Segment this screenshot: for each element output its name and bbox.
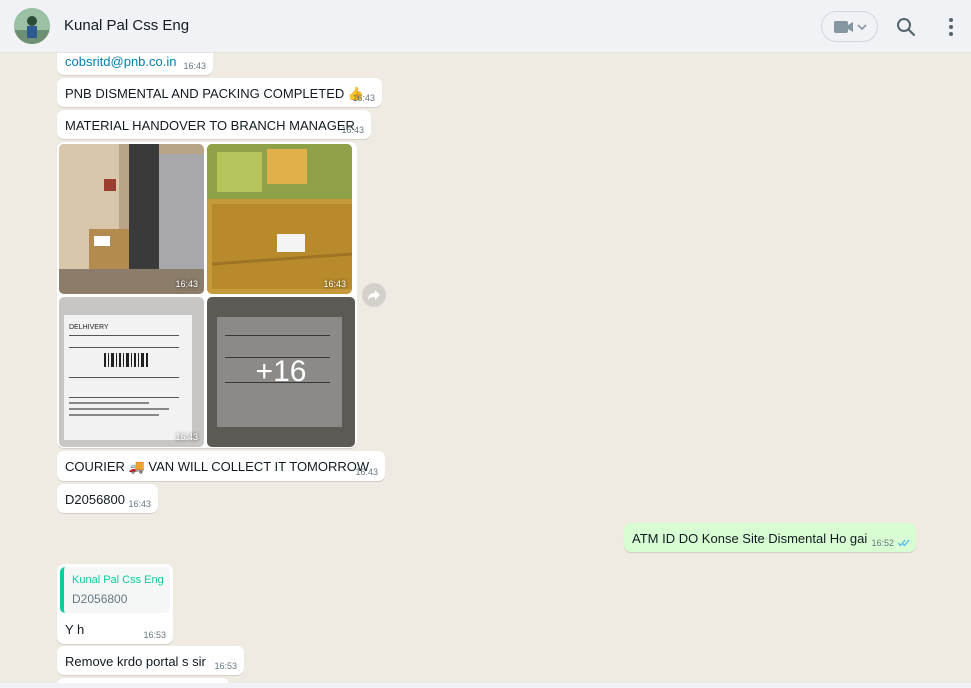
message-text: COURIER 🚚 VAN WILL COLLECT IT TOMORROW [65, 459, 370, 474]
photo-shipping-label[interactable]: DELHIVERY 16:43 [59, 297, 204, 447]
message-text: Y h [65, 622, 85, 637]
svg-text:DELHIVERY: DELHIVERY [69, 324, 109, 331]
photo-more[interactable]: +16 [207, 297, 355, 447]
quoted-message[interactable]: Kunal Pal Css Eng D2056800 [60, 567, 170, 613]
message-time: 16:52 [871, 538, 894, 548]
photo-wrapped-package[interactable]: 16:43 [207, 144, 352, 294]
search-button[interactable] [894, 15, 918, 39]
message-time: 16:43 [341, 125, 364, 135]
more-photos-count[interactable]: +16 [207, 297, 355, 447]
contact-name[interactable]: Kunal Pal Css Eng [64, 17, 189, 34]
message-email[interactable]: cobsritd@pnb.co.in 16:43 [57, 53, 213, 75]
message-text: Remove krdo portal s sir [65, 654, 206, 669]
message-text: MATERIAL HANDOVER TO BRANCH MANAGER [65, 118, 355, 133]
video-call-icon [834, 21, 867, 33]
photo-corridor-package[interactable]: 16:43 [59, 144, 204, 294]
quoted-text: D2056800 [72, 592, 128, 606]
avatar[interactable] [14, 8, 50, 44]
message-remove[interactable]: Remove krdo portal s sir 16:53 [57, 646, 244, 675]
message-time: 16:43 [183, 61, 206, 71]
message-dismental[interactable]: PNB DISMENTAL AND PACKING COMPLETED 👍 16… [57, 78, 382, 107]
message-time: 16:43 [355, 467, 378, 477]
message-courier[interactable]: COURIER 🚚 VAN WILL COLLECT IT TOMORROW 1… [57, 451, 385, 481]
media-album[interactable]: 16:43 16:43 DELHIVERY 16:43 +16 [57, 142, 357, 448]
message-time: 16:43 [128, 499, 151, 509]
message-handover[interactable]: MATERIAL HANDOVER TO BRANCH MANAGER 16:4… [57, 110, 371, 139]
message-time: 16:43 [352, 93, 375, 103]
message-text: D2056800 [65, 492, 125, 507]
message-code[interactable]: D2056800 16:43 [57, 484, 158, 513]
composer-edge [0, 683, 971, 688]
email-link[interactable]: cobsritd@pnb.co.in [65, 54, 176, 69]
forward-button[interactable] [362, 283, 386, 307]
photo-time: 16:43 [323, 279, 346, 289]
message-outgoing[interactable]: ATM ID DO Konse Site Dismental Ho gai 16… [624, 523, 916, 552]
quoted-author: Kunal Pal Css Eng [72, 574, 164, 586]
forward-icon [368, 290, 380, 300]
search-icon [897, 18, 916, 37]
chat-area[interactable]: cobsritd@pnb.co.in 16:43 PNB DISMENTAL A… [0, 53, 971, 688]
message-time: 16:53 [143, 630, 166, 640]
menu-button[interactable] [939, 15, 963, 39]
menu-dots-icon [949, 18, 953, 36]
message-text: PNB DISMENTAL AND PACKING COMPLETED 👍 [65, 86, 365, 101]
message-text: ATM ID DO Konse Site Dismental Ho gai [632, 531, 868, 546]
photo-time: 16:43 [175, 279, 198, 289]
photo-time: 16:43 [175, 432, 198, 442]
video-call-button[interactable] [821, 11, 878, 42]
message-time: 16:53 [214, 661, 237, 671]
double-check-icon [897, 539, 910, 547]
message-reply[interactable]: Kunal Pal Css Eng D2056800 Y h 16:53 [57, 564, 173, 644]
chat-header: Kunal Pal Css Eng [0, 0, 971, 53]
